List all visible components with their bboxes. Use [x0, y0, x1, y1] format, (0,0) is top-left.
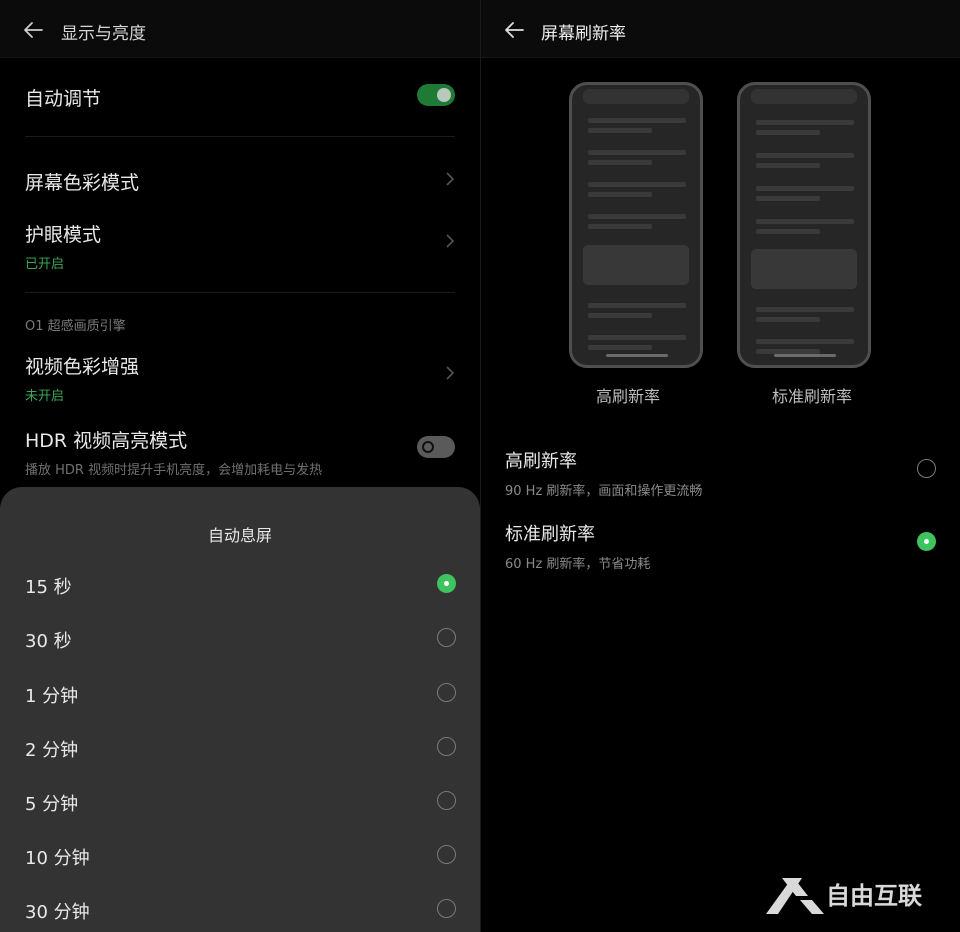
timeout-option-label: 2 分钟 [25, 740, 79, 761]
preview-home-indicator [606, 354, 668, 357]
preview-line [588, 303, 686, 308]
header: 显示与亮度 [0, 0, 480, 58]
radio-unselected[interactable] [917, 459, 936, 478]
radio-selected[interactable] [437, 574, 456, 593]
timeout-option-label: 10 分钟 [25, 848, 90, 869]
radio-unselected[interactable] [437, 791, 456, 810]
preview-line [756, 163, 820, 168]
hdr-mode-desc: 播放 HDR 视频时提升手机亮度，会增加耗电与发热 [25, 463, 323, 478]
timeout-option[interactable]: 30 秒 [25, 623, 456, 653]
preview-line [756, 307, 854, 312]
radio-selected[interactable] [917, 532, 936, 551]
radio-unselected[interactable] [437, 845, 456, 864]
preview-line [756, 130, 820, 135]
high-refresh-option[interactable]: 高刷新率 90 Hz 刷新率，画面和操作更流畅 [505, 447, 936, 499]
preview-line [588, 150, 686, 155]
preview-line [588, 160, 652, 165]
preview-card [751, 249, 857, 289]
color-mode-row[interactable]: 屏幕色彩模式 [25, 168, 455, 194]
watermark-text: 自由互联 [826, 882, 922, 910]
preview-line [588, 214, 686, 219]
chevron-right-icon [446, 172, 455, 186]
hdr-mode-label: HDR 视频高亮模式 [25, 430, 188, 452]
timeout-option-label: 5 分钟 [25, 794, 79, 815]
video-enhance-label: 视频色彩增强 [25, 356, 140, 378]
watermark-logo: 自由互联 [766, 878, 922, 914]
standard-refresh-preview[interactable] [737, 82, 871, 368]
auto-adjust-toggle[interactable] [417, 84, 455, 106]
timeout-option-label: 30 秒 [25, 631, 72, 652]
option-desc: 60 Hz 刷新率，节省功耗 [505, 557, 651, 572]
display-brightness-screen: 显示与亮度 自动调节 屏幕色彩模式 护眼模式 已开启 O1 超感画质引擎 视频色… [0, 0, 480, 932]
preview-line [756, 229, 820, 234]
preview-line [756, 153, 854, 158]
toggle-knob [437, 88, 451, 102]
option-title: 标准刷新率 [505, 524, 595, 545]
option-title: 高刷新率 [505, 451, 577, 472]
preview-card [583, 245, 689, 285]
page-title: 屏幕刷新率 [541, 24, 626, 44]
back-arrow-icon[interactable] [22, 19, 44, 41]
timeout-option[interactable]: 15 秒 [25, 569, 456, 599]
preview-line [588, 313, 652, 318]
radio-unselected[interactable] [437, 737, 456, 756]
preview-line [588, 182, 686, 187]
page-title: 显示与亮度 [61, 24, 146, 44]
timeout-option-label: 15 秒 [25, 577, 72, 598]
toggle-knob [422, 441, 434, 453]
auto-adjust-label: 自动调节 [25, 88, 102, 110]
preview-line [588, 118, 686, 123]
preview-line [588, 192, 652, 197]
timeout-option-label: 1 分钟 [25, 686, 79, 707]
preview-line [588, 345, 652, 350]
preview-line [756, 339, 854, 344]
preview-line [756, 219, 854, 224]
option-desc: 90 Hz 刷新率，画面和操作更流畅 [505, 484, 703, 499]
header: 屏幕刷新率 [481, 0, 960, 58]
preview-line [756, 317, 820, 322]
high-refresh-caption: 高刷新率 [595, 387, 660, 406]
radio-unselected[interactable] [437, 628, 456, 647]
hdr-mode-toggle[interactable] [417, 436, 455, 458]
video-enhance-row[interactable]: 视频色彩增强 未开启 [25, 352, 455, 404]
preview-line [756, 196, 820, 201]
preview-line [756, 186, 854, 191]
color-mode-label: 屏幕色彩模式 [25, 172, 140, 194]
eye-care-status: 已开启 [25, 257, 65, 272]
preview-line [588, 128, 652, 133]
preview-status-bar [583, 89, 689, 104]
preview-line [756, 120, 854, 125]
preview-line [588, 224, 652, 229]
chevron-right-icon [446, 234, 455, 248]
preview-line [588, 335, 686, 340]
eye-care-row[interactable]: 护眼模式 已开启 [25, 220, 455, 272]
divider [25, 136, 455, 137]
standard-refresh-caption: 标准刷新率 [771, 387, 852, 406]
auto-screen-off-sheet: 自动息屏 15 秒 30 秒 1 分钟 2 分钟 5 分钟 10 分钟 30 分… [0, 487, 480, 932]
sheet-title: 自动息屏 [207, 526, 272, 545]
radio-unselected[interactable] [437, 899, 456, 918]
timeout-option[interactable]: 2 分钟 [25, 732, 456, 762]
section-header: O1 超感画质引擎 [25, 319, 126, 334]
back-arrow-icon[interactable] [503, 19, 525, 41]
timeout-option[interactable]: 10 分钟 [25, 840, 456, 870]
timeout-option-label: 30 分钟 [25, 902, 90, 923]
divider [25, 292, 455, 293]
preview-status-bar [751, 89, 857, 104]
video-enhance-status: 未开启 [25, 389, 65, 404]
refresh-rate-screen: 屏幕刷新率 高刷新率 标准刷新率 高刷新率 90 Hz 刷新率，画面和操作更流畅… [481, 0, 960, 932]
timeout-option[interactable]: 5 分钟 [25, 786, 456, 816]
chevron-right-icon [446, 366, 455, 380]
timeout-option[interactable]: 1 分钟 [25, 678, 456, 708]
eye-care-label: 护眼模式 [25, 224, 102, 246]
hdr-mode-row[interactable]: HDR 视频高亮模式 播放 HDR 视频时提升手机亮度，会增加耗电与发热 [25, 426, 455, 478]
auto-adjust-row[interactable]: 自动调节 [25, 84, 455, 110]
standard-refresh-option[interactable]: 标准刷新率 60 Hz 刷新率，节省功耗 [505, 520, 936, 572]
timeout-option[interactable]: 30 分钟 [25, 894, 456, 924]
radio-unselected[interactable] [437, 683, 456, 702]
high-refresh-preview[interactable] [569, 82, 703, 368]
preview-home-indicator [774, 354, 836, 357]
